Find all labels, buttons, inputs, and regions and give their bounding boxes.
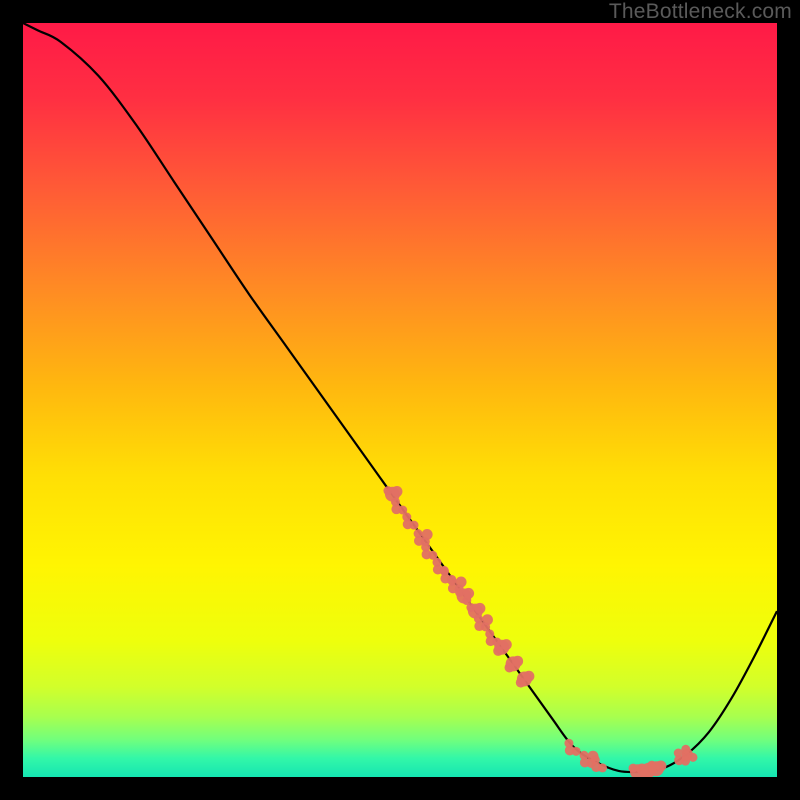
- plot-area: [23, 23, 777, 777]
- watermark-text: TheBottleneck.com: [609, 0, 792, 24]
- chart-frame: TheBottleneck.com: [0, 0, 800, 800]
- gradient-background: [23, 23, 777, 777]
- chart-svg: [23, 23, 777, 777]
